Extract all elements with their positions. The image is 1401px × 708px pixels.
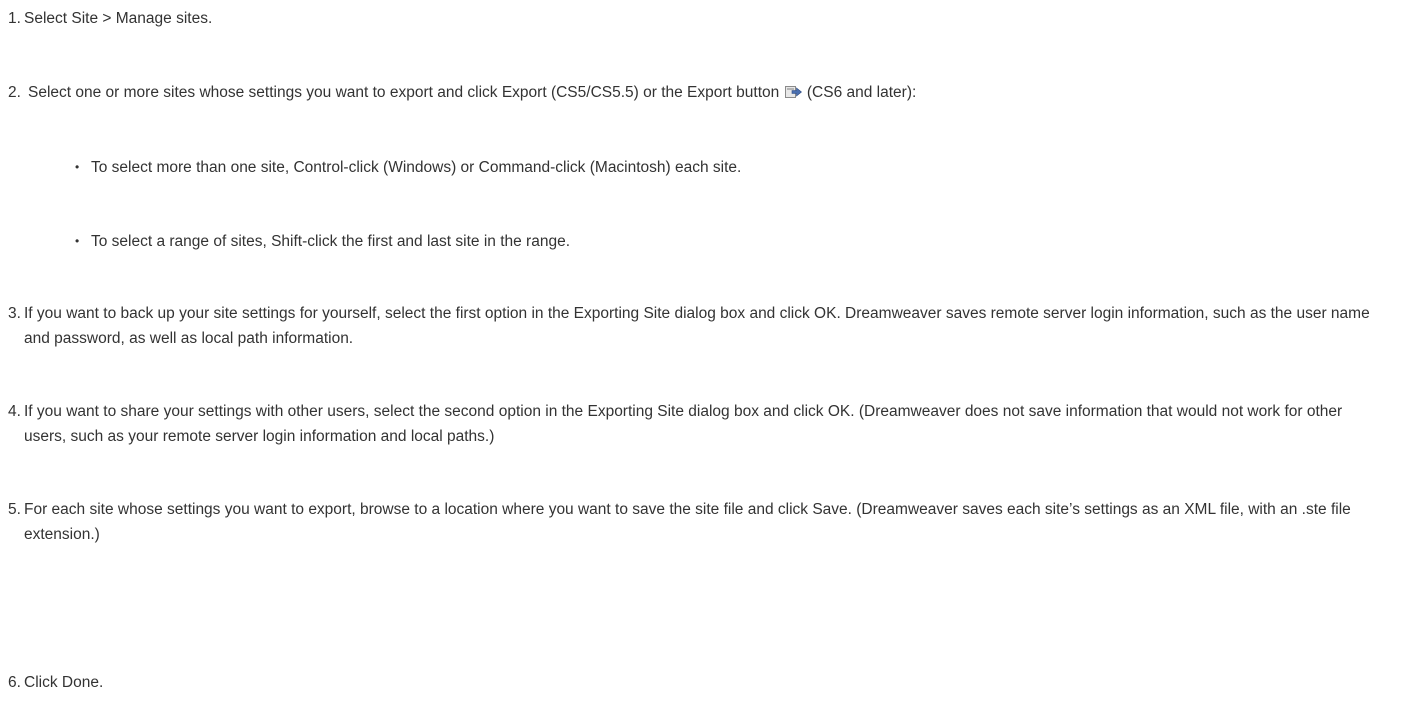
step-text: For each site whose settings you want to… [24, 501, 1351, 543]
step-4: 4. If you want to share your settings wi… [8, 399, 1388, 449]
step-number: 6. [8, 674, 21, 691]
step-text-before-icon: Select one or more sites whose settings … [28, 84, 780, 101]
step-5: 5. For each site whose settings you want… [8, 497, 1388, 547]
step-text: Select one or more sites whose settings … [8, 80, 1388, 105]
step-6: 6. Click Done. [8, 670, 1388, 695]
export-site-icon [784, 86, 802, 98]
bullet-item-1: • To select more than one site, Control-… [75, 155, 741, 180]
step-2: 2. Select one or more sites whose settin… [8, 80, 1388, 105]
step-number: 1. [8, 10, 21, 27]
step-number: 4. [8, 403, 21, 420]
step-text: If you want to share your settings with … [24, 403, 1343, 445]
bullet-item-2: • To select a range of sites, Shift-clic… [75, 229, 570, 254]
bullet-text: To select a range of sites, Shift-click … [91, 233, 571, 250]
step-text-after-icon: (CS6 and later): [806, 84, 917, 101]
bullet-dot: • [75, 234, 80, 248]
step-number: 5. [8, 501, 21, 518]
step-number: 3. [8, 305, 21, 322]
step-1: 1. Select Site > Manage sites. [8, 6, 1388, 31]
bullet-dot: • [75, 160, 80, 174]
step-3: 3. If you want to back up your site sett… [8, 301, 1388, 351]
step-number: 2. [8, 84, 21, 101]
step-text: If you want to back up your site setting… [24, 305, 1370, 347]
step-text: Click Done. [24, 674, 104, 691]
bullet-text: To select more than one site, Control-cl… [91, 159, 742, 176]
step-text: Select Site > Manage sites. [24, 10, 213, 27]
